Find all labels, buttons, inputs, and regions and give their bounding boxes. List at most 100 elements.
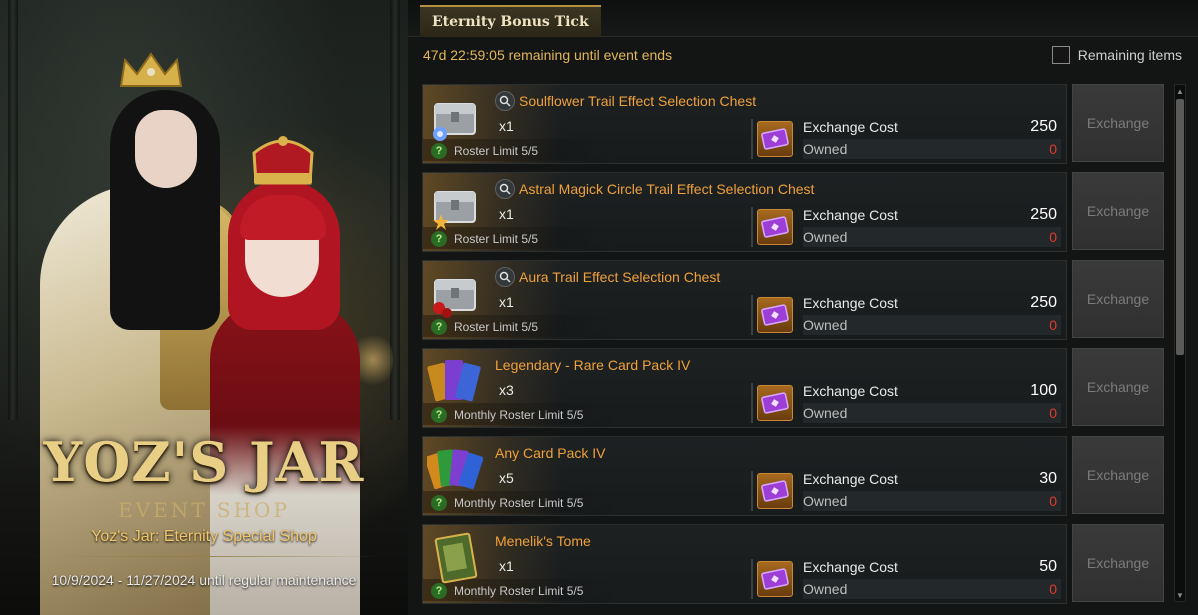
exchange-button[interactable]: Exchange: [1072, 260, 1164, 338]
question-icon[interactable]: ?: [431, 407, 447, 423]
limit-text: Roster Limit 5/5: [454, 232, 539, 246]
banner-title: YOZ'S JAR: [43, 430, 365, 494]
item-quantity: x1: [499, 294, 514, 310]
exchange-cost-value: 250: [1030, 118, 1057, 135]
exchange-cost-row: Exchange Cost 250: [803, 205, 1061, 225]
shop-item-card: Astral Magick Circle Trail Effect Select…: [422, 172, 1067, 252]
owned-value: 0: [1049, 317, 1057, 333]
triangle-down-icon[interactable]: ▼: [1175, 589, 1185, 601]
purchase-limit: ? Monthly Roster Limit 5/5: [431, 583, 583, 599]
owned-value: 0: [1049, 229, 1057, 245]
owned-value: 0: [1049, 141, 1057, 157]
item-name: Astral Magick Circle Trail Effect Select…: [519, 181, 815, 197]
limit-text: Roster Limit 5/5: [454, 144, 539, 158]
banner-subtitle: EVENT SHOP: [118, 498, 290, 522]
scrollbar[interactable]: ▲ ▼: [1174, 84, 1186, 602]
item-name: Menelik's Tome: [495, 533, 591, 549]
ticket-currency-icon: [757, 561, 793, 597]
separator: [751, 471, 753, 511]
owned-label: Owned: [803, 493, 848, 509]
item-list: Soulflower Trail Effect Selection Chest …: [422, 84, 1164, 612]
item-name: Aura Trail Effect Selection Chest: [519, 269, 721, 285]
exchange-cost-row: Exchange Cost 30: [803, 469, 1061, 489]
shop-item-row: Aura Trail Effect Selection Chest x1 ? R…: [422, 260, 1164, 340]
silver-chest-flower-icon: [433, 103, 476, 141]
purchase-limit: ? Roster Limit 5/5: [431, 319, 538, 335]
limit-text: Monthly Roster Limit 5/5: [454, 496, 584, 510]
question-icon[interactable]: ?: [431, 583, 447, 599]
owned-row: Owned 0: [803, 227, 1061, 247]
exchange-cost-label: Exchange Cost: [803, 471, 898, 487]
limit-text: Monthly Roster Limit 5/5: [454, 408, 584, 422]
remaining-items-label: Remaining items: [1077, 47, 1182, 63]
exchange-button[interactable]: Exchange: [1072, 84, 1164, 162]
item-quantity: x1: [499, 118, 514, 134]
shop-name: Yoz's Jar: Eternity Special Shop: [91, 528, 317, 545]
shop-item-row: Any Card Pack IV x5 ? Monthly Roster Lim…: [422, 436, 1164, 516]
question-icon[interactable]: ?: [431, 143, 447, 159]
event-timer: 47d 22:59:05 remaining until event ends: [423, 47, 673, 63]
item-name: Any Card Pack IV: [495, 445, 606, 461]
ticket-currency-icon: [757, 209, 793, 245]
exchange-button[interactable]: Exchange: [1072, 436, 1164, 514]
triangle-up-icon[interactable]: ▲: [1175, 85, 1185, 97]
question-icon[interactable]: ?: [431, 495, 447, 511]
divider: [32, 556, 378, 557]
shop-item-card: Soulflower Trail Effect Selection Chest …: [422, 84, 1067, 164]
item-quantity: x5: [499, 470, 514, 486]
owned-row: Owned 0: [803, 403, 1061, 423]
owned-value: 0: [1049, 405, 1057, 421]
limit-text: Monthly Roster Limit 5/5: [454, 584, 584, 598]
scrollbar-thumb[interactable]: [1176, 99, 1184, 355]
exchange-button[interactable]: Exchange: [1072, 172, 1164, 250]
shop-panel: Eternity Bonus Tick 47d 22:59:05 remaini…: [408, 0, 1198, 615]
item-quantity: x1: [499, 558, 514, 574]
exchange-cost-value: 250: [1030, 294, 1057, 311]
exchange-cost-value: 100: [1030, 382, 1057, 399]
item-name: Soulflower Trail Effect Selection Chest: [519, 93, 757, 109]
owned-label: Owned: [803, 405, 848, 421]
separator: [751, 559, 753, 599]
shop-item-row: Soulflower Trail Effect Selection Chest …: [422, 84, 1164, 164]
exchange-cost-value: 250: [1030, 206, 1057, 223]
owned-label: Owned: [803, 229, 848, 245]
exchange-cost-label: Exchange Cost: [803, 559, 898, 575]
owned-label: Owned: [803, 317, 848, 333]
card-pack-legendary-icon: [427, 360, 481, 402]
ticket-currency-icon: [757, 385, 793, 421]
exchange-button[interactable]: Exchange: [1072, 524, 1164, 602]
ticket-currency-icon: [757, 473, 793, 509]
remaining-items-toggle[interactable]: Remaining items: [1051, 46, 1182, 64]
item-name: Legendary - Rare Card Pack IV: [495, 357, 691, 373]
exchange-cost-row: Exchange Cost 100: [803, 381, 1061, 401]
exchange-cost-row: Exchange Cost 50: [803, 557, 1061, 577]
preview-magnifier-icon[interactable]: [495, 179, 515, 199]
preview-magnifier-icon[interactable]: [495, 267, 515, 287]
exchange-button[interactable]: Exchange: [1072, 348, 1164, 426]
owned-row: Owned 0: [803, 139, 1061, 159]
exchange-cost-row: Exchange Cost 250: [803, 117, 1061, 137]
remaining-items-checkbox[interactable]: [1051, 46, 1070, 64]
ticket-currency-icon: [757, 297, 793, 333]
event-banner: YOZ'S JAR EVENT SHOP Yoz's Jar: Eternity…: [0, 0, 408, 615]
owned-row: Owned 0: [803, 315, 1061, 335]
shop-item-card: Menelik's Tome x1 ? Monthly Roster Limit…: [422, 524, 1067, 604]
purchase-limit: ? Roster Limit 5/5: [431, 143, 538, 159]
ticket-currency-icon: [757, 121, 793, 157]
shop-item-row: Legendary - Rare Card Pack IV x3 ? Month…: [422, 348, 1164, 428]
separator: [751, 383, 753, 423]
preview-magnifier-icon[interactable]: [495, 91, 515, 111]
silver-chest-star-icon: [433, 191, 476, 230]
separator: [751, 207, 753, 247]
item-quantity: x3: [499, 382, 514, 398]
item-quantity: x1: [499, 206, 514, 222]
owned-row: Owned 0: [803, 491, 1061, 511]
question-icon[interactable]: ?: [431, 319, 447, 335]
exchange-cost-label: Exchange Cost: [803, 207, 898, 223]
shop-item-row: Menelik's Tome x1 ? Monthly Roster Limit…: [422, 524, 1164, 604]
exchange-cost-value: 50: [1039, 558, 1057, 575]
question-icon[interactable]: ?: [431, 231, 447, 247]
tab-eternity-bonus-tick[interactable]: Eternity Bonus Tick: [420, 5, 601, 37]
exchange-cost-label: Exchange Cost: [803, 383, 898, 399]
exchange-cost-label: Exchange Cost: [803, 295, 898, 311]
